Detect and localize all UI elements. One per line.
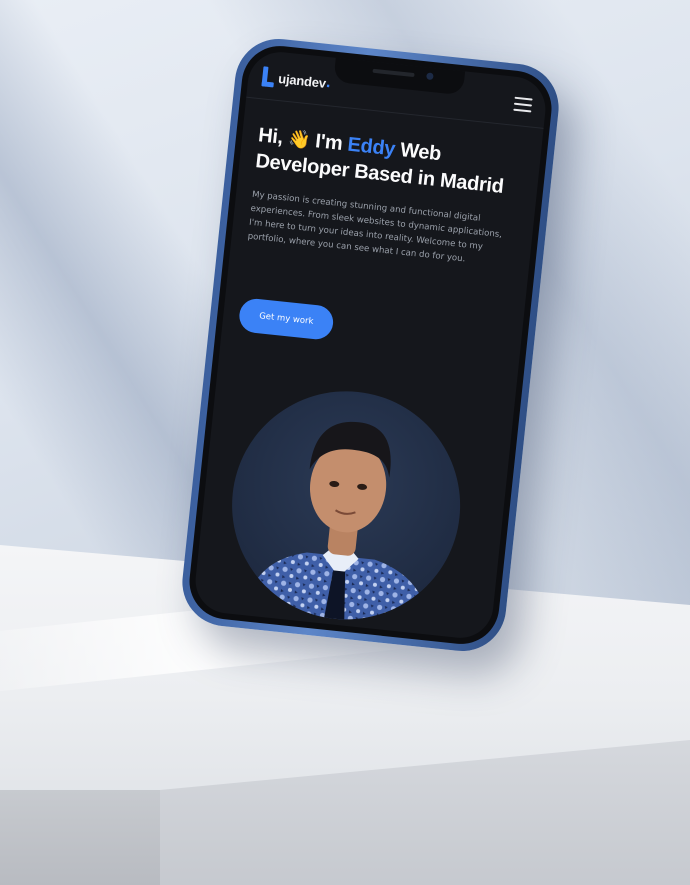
hero-section: Hi, 👋 I'm Eddy Web Developer Based in Ma… — [247, 122, 518, 271]
logo-mark-icon — [261, 66, 277, 87]
product-mockup-scene: ujandev . Hi, 👋 I'm Eddy Web Developer B… — [0, 0, 690, 885]
logo-text: ujandev — [277, 70, 327, 91]
phone-bezel: ujandev . Hi, 👋 I'm Eddy Web Developer B… — [185, 42, 556, 648]
developer-portrait — [238, 421, 432, 631]
pedestal-front-left — [0, 790, 160, 885]
hero-im: I'm — [314, 130, 344, 155]
hero-name: Eddy — [346, 133, 397, 161]
hero-description: My passion is creating stunning and func… — [247, 189, 503, 265]
hamburger-menu-icon[interactable] — [513, 96, 533, 113]
hero-role-1: Web — [399, 139, 443, 166]
hero-heading: Hi, 👋 I'm Eddy Web Developer Based in Ma… — [254, 122, 518, 201]
site-logo[interactable]: ujandev . — [261, 66, 332, 93]
front-camera — [425, 72, 434, 81]
phone-screen: ujandev . Hi, 👋 I'm Eddy Web Developer B… — [192, 48, 549, 642]
waving-hand-icon: 👋 — [287, 128, 312, 151]
get-my-work-button[interactable]: Get my work — [237, 297, 335, 341]
hero-greeting: Hi, — [257, 124, 285, 149]
logo-dot: . — [325, 75, 332, 91]
speaker-grille — [371, 68, 415, 78]
phone-frame: ujandev . Hi, 👋 I'm Eddy Web Developer B… — [178, 34, 563, 656]
